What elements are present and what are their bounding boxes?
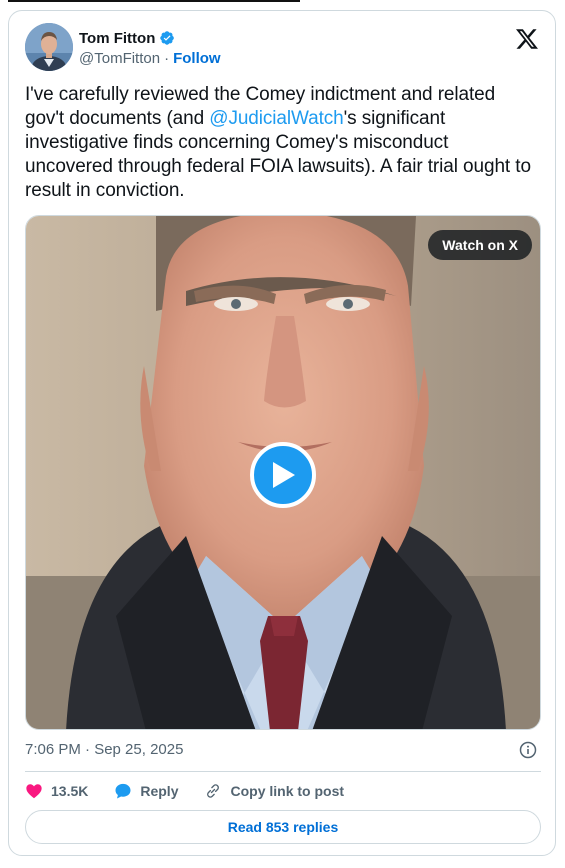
mention-link[interactable]: @JudicialWatch [209,108,344,129]
post-header: Tom Fitton @TomFitton · Follow [25,23,541,75]
play-button[interactable] [250,442,316,508]
copy-link-button[interactable]: Copy link to post [204,782,344,800]
divider [25,771,541,772]
video-player[interactable]: Watch on X [25,215,541,730]
likes-count: 13.5K [51,783,89,799]
action-bar: 13.5K Reply Copy link to post [25,779,541,803]
verified-badge-icon [159,30,175,46]
reply-label: Reply [140,783,179,799]
avatar[interactable] [25,23,73,71]
x-logo-icon[interactable] [515,27,539,51]
watch-on-x-button[interactable]: Watch on X [428,230,532,260]
follow-button[interactable]: Follow [173,50,221,67]
handle[interactable]: @TomFitton [79,50,160,67]
link-icon [207,784,220,798]
name-row: Tom Fitton [79,28,175,48]
embedded-post-card: Tom Fitton @TomFitton · Follow I've care… [8,10,556,856]
post-timestamp[interactable]: 7:06 PM · Sep 25, 2025 [25,741,183,758]
like-button[interactable]: 13.5K [25,782,88,800]
read-replies-button[interactable]: Read 853 replies [25,810,541,844]
info-icon[interactable] [519,741,537,759]
post-text: I've carefully reviewed the Comey indict… [25,83,535,203]
copy-link-label: Copy link to post [230,783,345,799]
heart-icon [26,784,42,799]
speech-bubble-icon [115,783,131,799]
handle-row: @TomFitton · Follow [79,50,221,67]
play-icon [273,462,295,488]
display-name[interactable]: Tom Fitton [79,30,155,47]
separator-dot: · [164,50,170,67]
top-rule [8,0,300,2]
timestamp-row: 7:06 PM · Sep 25, 2025 [25,739,541,761]
reply-button[interactable]: Reply [114,782,178,800]
